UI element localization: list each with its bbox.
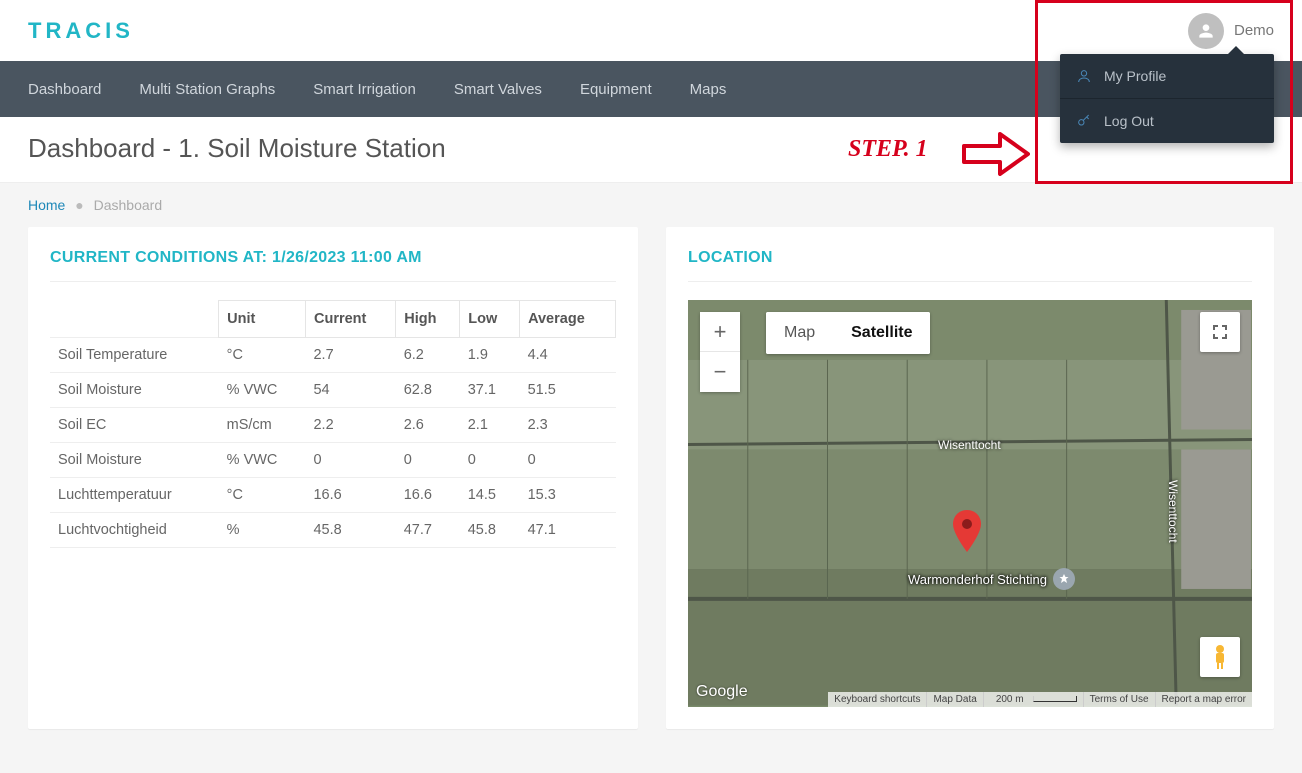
col-high: High (396, 301, 460, 338)
map-marker[interactable] (952, 510, 982, 557)
table-row: Soil Moisture% VWC5462.837.151.5 (50, 373, 616, 408)
table-row: Soil ECmS/cm2.22.62.12.3 (50, 408, 616, 443)
map-fullscreen-button[interactable] (1200, 312, 1240, 352)
col-unit: Unit (219, 301, 306, 338)
map-road-label-1: Wisenttocht (938, 438, 1001, 452)
map-pegman[interactable] (1200, 637, 1240, 677)
breadcrumb: Home ● Dashboard (0, 183, 1302, 227)
topbar: TRACIS Demo (0, 0, 1302, 61)
col-avg: Average (520, 301, 616, 338)
user-menu: My Profile Log Out (1060, 54, 1274, 143)
table-header-row: Unit Current High Low Average (50, 301, 616, 338)
map-type-map-button[interactable]: Map (766, 312, 833, 354)
avatar[interactable] (1188, 13, 1224, 49)
brand-logo: TRACIS (28, 18, 134, 44)
nav-smart-valves[interactable]: Smart Valves (454, 81, 542, 98)
marker-icon (952, 510, 982, 552)
conditions-table: Unit Current High Low Average Soil Tempe… (50, 300, 616, 548)
google-logo: Google (696, 683, 748, 701)
conditions-title: CURRENT CONDITIONS AT: 1/26/2023 11:00 A… (50, 249, 616, 282)
map-footer: Keyboard shortcuts Map Data 200 m Terms … (828, 692, 1252, 707)
nav-equipment[interactable]: Equipment (580, 81, 652, 98)
map-data-link[interactable]: Map Data (926, 692, 982, 707)
breadcrumb-home[interactable]: Home (28, 197, 65, 213)
table-row: Soil Temperature°C2.76.21.94.4 (50, 338, 616, 373)
map-type-satellite-button[interactable]: Satellite (833, 312, 930, 354)
poi-icon (1053, 568, 1075, 590)
profile-icon (1076, 68, 1092, 84)
breadcrumb-sep: ● (75, 197, 83, 213)
nav-dashboard[interactable]: Dashboard (28, 81, 101, 98)
map-zoom-in-button[interactable]: + (700, 312, 740, 352)
nav-multi-station-graphs[interactable]: Multi Station Graphs (139, 81, 275, 98)
breadcrumb-current: Dashboard (94, 197, 163, 213)
map-type-switch: Map Satellite (766, 312, 930, 354)
user-area[interactable]: Demo (1188, 13, 1274, 49)
map-scale: 200 m (983, 692, 1083, 707)
location-title: LOCATION (688, 249, 1252, 282)
map-keyboard-shortcuts[interactable]: Keyboard shortcuts (828, 692, 926, 707)
user-icon (1196, 21, 1216, 41)
location-panel: LOCATION (666, 227, 1274, 729)
pegman-icon (1210, 644, 1230, 670)
map-poi[interactable]: Warmonderhof Stichting (908, 568, 1075, 590)
map-road-label-2: Wisenttocht (1166, 480, 1180, 543)
map-terms[interactable]: Terms of Use (1083, 692, 1155, 707)
map-poi-label: Warmonderhof Stichting (908, 572, 1047, 587)
menu-logout[interactable]: Log Out (1060, 99, 1274, 143)
content: CURRENT CONDITIONS AT: 1/26/2023 11:00 A… (0, 227, 1302, 729)
table-row: Soil Moisture% VWC0000 (50, 443, 616, 478)
menu-my-profile[interactable]: My Profile (1060, 54, 1274, 99)
table-row: Luchttemperatuur°C16.616.614.515.3 (50, 478, 616, 513)
user-name: Demo (1234, 22, 1274, 39)
table-row: Luchtvochtigheid%45.847.745.847.1 (50, 513, 616, 548)
map-zoom-out-button[interactable]: − (700, 352, 740, 392)
nav-maps[interactable]: Maps (690, 81, 727, 98)
conditions-panel: CURRENT CONDITIONS AT: 1/26/2023 11:00 A… (28, 227, 638, 729)
map-zoom: + − (700, 312, 740, 392)
col-name (50, 301, 219, 338)
col-current: Current (305, 301, 395, 338)
key-icon (1076, 113, 1092, 129)
menu-my-profile-label: My Profile (1104, 68, 1166, 84)
table-body: Soil Temperature°C2.76.21.94.4 Soil Mois… (50, 338, 616, 548)
nav-smart-irrigation[interactable]: Smart Irrigation (313, 81, 416, 98)
menu-logout-label: Log Out (1104, 113, 1154, 129)
map-report-error[interactable]: Report a map error (1155, 692, 1252, 707)
col-low: Low (460, 301, 520, 338)
fullscreen-icon (1211, 323, 1229, 341)
map[interactable]: Wisenttocht Wisenttocht + − Map Satellit… (688, 300, 1252, 707)
